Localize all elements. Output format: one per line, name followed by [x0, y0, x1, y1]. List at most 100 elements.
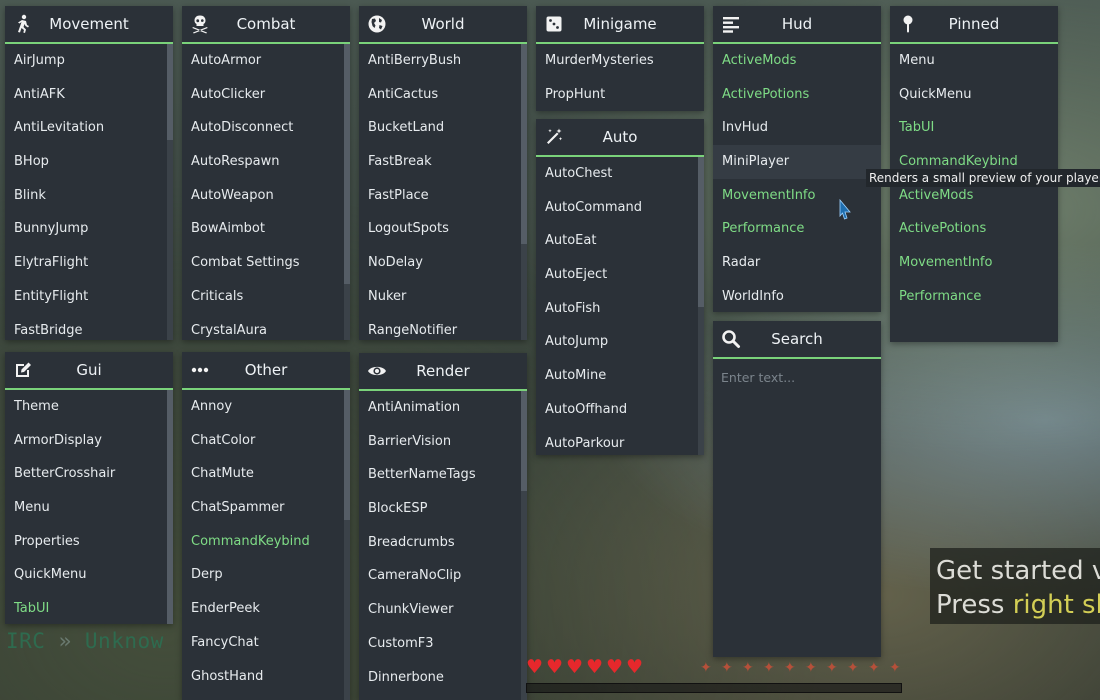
module-item-criticals[interactable]: Criticals — [182, 280, 350, 314]
panel-header-gui[interactable]: Gui — [5, 352, 173, 390]
module-item-autoweapon[interactable]: AutoWeapon — [182, 179, 350, 213]
scrollbar[interactable] — [698, 157, 704, 455]
module-item-autoarmor[interactable]: AutoArmor — [182, 44, 350, 78]
panel-header-render[interactable]: Render — [359, 353, 527, 391]
module-item-rangenotifier[interactable]: RangeNotifier — [359, 314, 527, 348]
module-item-performance[interactable]: Performance — [890, 280, 1058, 314]
module-item-fastbridge[interactable]: FastBridge — [5, 314, 173, 348]
panel-header-movement[interactable]: Movement — [5, 6, 173, 44]
module-item-elytraflight[interactable]: ElytraFlight — [5, 246, 173, 280]
module-item-armordisplay[interactable]: ArmorDisplay — [5, 424, 173, 458]
module-item-automine[interactable]: AutoMine — [536, 359, 704, 393]
panel-title: Combat — [236, 15, 296, 33]
drumstick-icon: ✦ — [805, 660, 817, 676]
module-item-bunnyjump[interactable]: BunnyJump — [5, 212, 173, 246]
module-item-ghosthand[interactable]: GhostHand — [182, 660, 350, 694]
module-item-bhop[interactable]: BHop — [5, 145, 173, 179]
module-item-activemods[interactable]: ActiveMods — [713, 44, 881, 78]
module-item-menu[interactable]: Menu — [890, 44, 1058, 78]
module-item-bowaimbot[interactable]: BowAimbot — [182, 212, 350, 246]
module-item-entityflight[interactable]: EntityFlight — [5, 280, 173, 314]
panel-header-pinned[interactable]: Pinned — [890, 6, 1058, 44]
scrollbar[interactable] — [167, 44, 173, 340]
module-item-autoeat[interactable]: AutoEat — [536, 224, 704, 258]
module-item-autofish[interactable]: AutoFish — [536, 292, 704, 326]
module-item-cameranoclip[interactable]: CameraNoClip — [359, 559, 527, 593]
panel-header-auto[interactable]: Auto — [536, 119, 704, 157]
module-item-derp[interactable]: Derp — [182, 558, 350, 592]
module-item-nuker[interactable]: Nuker — [359, 280, 527, 314]
module-item-radar[interactable]: Radar — [713, 246, 881, 280]
module-item-autojump[interactable]: AutoJump — [536, 325, 704, 359]
module-item-quickmenu[interactable]: QuickMenu — [890, 78, 1058, 112]
panel-header-hud[interactable]: Hud — [713, 6, 881, 44]
module-item-autorespawn[interactable]: AutoRespawn — [182, 145, 350, 179]
module-item-prophunt[interactable]: PropHunt — [536, 78, 704, 112]
module-item-murdermysteries[interactable]: MurderMysteries — [536, 44, 704, 78]
module-item-movementinfo[interactable]: MovementInfo — [713, 179, 881, 213]
module-item-activepotions[interactable]: ActivePotions — [713, 78, 881, 112]
module-item-customf3[interactable]: CustomF3 — [359, 627, 527, 661]
module-item-theme[interactable]: Theme — [5, 390, 173, 424]
module-item-combat-settings[interactable]: Combat Settings — [182, 246, 350, 280]
module-item-commandkeybind[interactable]: CommandKeybind — [182, 525, 350, 559]
scrollbar[interactable] — [521, 391, 527, 700]
module-item-chatmute[interactable]: ChatMute — [182, 457, 350, 491]
module-item-miniplayer[interactable]: MiniPlayer — [713, 145, 881, 179]
module-item-fancychat[interactable]: FancyChat — [182, 626, 350, 660]
module-item-anticactus[interactable]: AntiCactus — [359, 78, 527, 112]
scrollbar[interactable] — [167, 390, 173, 624]
panel-header-minigame[interactable]: Minigame — [536, 6, 704, 44]
module-item-menu[interactable]: Menu — [5, 491, 173, 525]
module-item-movementinfo[interactable]: MovementInfo — [890, 246, 1058, 280]
module-item-tabui[interactable]: TabUI — [5, 592, 173, 626]
scrollbar[interactable] — [344, 390, 350, 700]
module-item-autodisconnect[interactable]: AutoDisconnect — [182, 111, 350, 145]
module-item-nodelay[interactable]: NoDelay — [359, 246, 527, 280]
mouse-cursor-icon — [839, 198, 851, 220]
module-item-autoeject[interactable]: AutoEject — [536, 258, 704, 292]
module-item-fastplace[interactable]: FastPlace — [359, 179, 527, 213]
module-item-barriervision[interactable]: BarrierVision — [359, 425, 527, 459]
module-item-antiberrybush[interactable]: AntiBerryBush — [359, 44, 527, 78]
panel-title: Pinned — [948, 15, 1000, 33]
panel-header-world[interactable]: World — [359, 6, 527, 44]
module-item-bucketland[interactable]: BucketLand — [359, 111, 527, 145]
module-item-autoparkour[interactable]: AutoParkour — [536, 427, 704, 461]
module-item-fastbreak[interactable]: FastBreak — [359, 145, 527, 179]
module-item-properties[interactable]: Properties — [5, 525, 173, 559]
scrollbar[interactable] — [521, 44, 527, 340]
module-item-tabui[interactable]: TabUI — [890, 111, 1058, 145]
module-item-quickmenu[interactable]: QuickMenu — [5, 558, 173, 592]
module-item-crystalaura[interactable]: CrystalAura — [182, 314, 350, 348]
module-item-breadcrumbs[interactable]: Breadcrumbs — [359, 526, 527, 560]
panel-title: Auto — [602, 128, 638, 146]
module-item-enderpeek[interactable]: EnderPeek — [182, 592, 350, 626]
module-item-antiafk[interactable]: AntiAFK — [5, 78, 173, 112]
module-item-autochest[interactable]: AutoChest — [536, 157, 704, 191]
module-item-worldinfo[interactable]: WorldInfo — [713, 280, 881, 314]
module-item-autocommand[interactable]: AutoCommand — [536, 191, 704, 225]
module-item-antianimation[interactable]: AntiAnimation — [359, 391, 527, 425]
module-item-chatspammer[interactable]: ChatSpammer — [182, 491, 350, 525]
module-item-airjump[interactable]: AirJump — [5, 44, 173, 78]
module-item-autoclicker[interactable]: AutoClicker — [182, 78, 350, 112]
module-item-betternametags[interactable]: BetterNameTags — [359, 458, 527, 492]
scrollbar[interactable] — [344, 44, 350, 340]
module-item-blink[interactable]: Blink — [5, 179, 173, 213]
module-item-blockesp[interactable]: BlockESP — [359, 492, 527, 526]
search-input[interactable]: Enter text... — [713, 359, 881, 395]
module-item-annoy[interactable]: Annoy — [182, 390, 350, 424]
module-item-chatcolor[interactable]: ChatColor — [182, 424, 350, 458]
module-item-performance[interactable]: Performance — [713, 212, 881, 246]
panel-header-other[interactable]: Other — [182, 352, 350, 390]
module-item-antilevitation[interactable]: AntiLevitation — [5, 111, 173, 145]
module-item-logoutspots[interactable]: LogoutSpots — [359, 212, 527, 246]
panel-header-combat[interactable]: Combat — [182, 6, 350, 44]
module-item-activepotions[interactable]: ActivePotions — [890, 212, 1058, 246]
module-item-chunkviewer[interactable]: ChunkViewer — [359, 593, 527, 627]
module-item-autooffhand[interactable]: AutoOffhand — [536, 393, 704, 427]
module-item-invhud[interactable]: InvHud — [713, 111, 881, 145]
module-item-bettercrosshair[interactable]: BetterCrosshair — [5, 457, 173, 491]
module-item-dinnerbone[interactable]: Dinnerbone — [359, 661, 527, 695]
